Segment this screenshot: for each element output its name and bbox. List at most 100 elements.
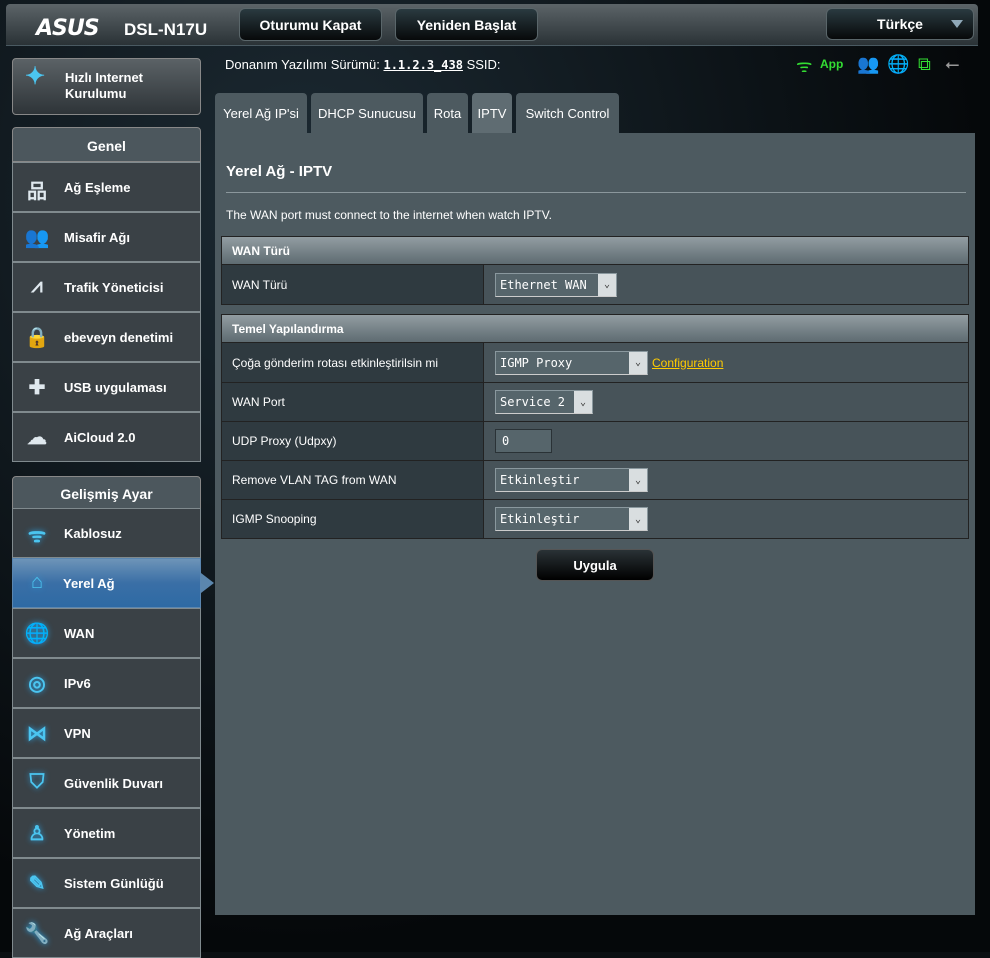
sidebar-item-lan[interactable]: ⌂ Yerel Ağ [12,558,214,608]
sidebar-item-label: USB uygulaması [64,379,167,395]
reboot-button[interactable]: Yeniden Başlat [395,8,538,41]
language-value: Türkçe [877,16,923,32]
sidebar-item-guest-network[interactable]: 👥 Misafir Ağı [12,212,201,262]
usb-icon[interactable]: ⭠ [945,54,959,75]
sidebar-item-administration[interactable]: ♙ Yönetim [12,808,201,858]
apply-button[interactable]: Uygula [536,549,654,581]
traffic-manager-icon: ⩘ [31,275,43,297]
field-label: WAN Port [222,383,484,421]
field-label: WAN Türü [222,265,484,304]
magic-wand-icon: ✦ [25,63,46,90]
sidebar-item-network-tools[interactable]: 🔧 Ağ Araçları [12,908,201,958]
home-icon: ⌂ [30,571,44,593]
sidebar-advanced-header: Gelişmiş Ayar [12,476,201,509]
language-select[interactable]: Türkçe [826,8,974,40]
puzzle-icon: ✚ [28,377,46,399]
tab-iptv[interactable]: IPTV [472,93,512,133]
sidebar-item-label: Yerel Ağ [63,575,115,591]
cloud-icon: ☁ [27,427,47,449]
igmp-snooping-select[interactable]: Etkinleştir ⌄ [495,507,648,531]
sidebar-item-label: Sistem Günlüğü [64,875,164,891]
sidebar-item-firewall[interactable]: ⛉ Güvenlik Duvarı [12,758,201,808]
asus-logo: ASUS [36,16,100,41]
sidebar-item-usb-application[interactable]: ✚ USB uygulaması [12,362,201,412]
wifi-icon: ᯤ [27,525,47,547]
select-value: Etkinleştir [500,473,580,487]
field-label: UDP Proxy (Udpxy) [222,422,484,460]
app-link[interactable]: App [820,57,843,71]
logout-button[interactable]: Oturumu Kapat [239,8,382,41]
lock-icon: 🔒 [24,327,50,349]
ipv6-icon: ◎ [28,673,46,695]
table-row: UDP Proxy (Udpxy) 0 [222,421,968,460]
sidebar-item-network-map[interactable]: 品 Ağ Eşleme [12,162,201,212]
sidebar-item-wan[interactable]: 🌐 WAN [12,608,201,658]
tab-route[interactable]: Rota [427,93,468,133]
table-row: WAN Port Service 2 ⌄ [222,382,968,421]
divider [226,192,966,193]
wifi-icon[interactable]: ᯤ [796,54,812,78]
udpxy-input[interactable]: 0 [495,429,552,453]
page-description: The WAN port must connect to the interne… [226,208,552,222]
sidebar-item-label: ebeveyn denetimi [64,329,174,345]
table-row: Çoğa gönderim rotası etkinleştirilsin mi… [222,343,968,382]
remove-vlan-tag-select[interactable]: Etkinleştir ⌄ [495,468,648,492]
configuration-link[interactable]: Configuration [652,356,723,370]
sidebar-item-parental-control[interactable]: 🔒 ebeveyn denetimi [12,312,201,362]
main-panel: Yerel Ağ - IPTV The WAN port must connec… [215,133,975,915]
tab-dhcp-server[interactable]: DHCP Sunucusu [311,93,423,133]
chevron-down-icon: ⌄ [629,351,647,374]
multicast-routing-select[interactable]: IGMP Proxy ⌄ [495,350,648,375]
sidebar-item-label: Güvenlik Duvarı [64,775,163,791]
sidebar-item-ipv6[interactable]: ◎ IPv6 [12,658,201,708]
select-value: Service 2 [500,395,566,409]
tab-switch-control[interactable]: Switch Control [516,93,619,133]
sidebar-item-label: Kablosuz [64,525,122,541]
sidebar-item-label: AiCloud 2.0 [64,429,136,445]
section-header: Temel Yapılandırma [222,315,968,343]
quick-setup-label: Hızlı Internet Kurulumu [65,70,144,101]
shield-icon: ⛉ [29,771,45,793]
select-value: Etkinleştir [500,512,580,526]
quick-internet-setup-button[interactable]: ✦ Hızlı Internet Kurulumu [12,58,201,115]
internet-globe-icon[interactable]: 🌐 [887,54,909,75]
wan-port-select[interactable]: Service 2 ⌄ [495,390,593,414]
clients-icon[interactable]: 👥 [857,54,879,75]
sidebar-general-header: Genel [12,127,201,162]
sidebar-item-system-log[interactable]: ✎ Sistem Günlüğü [12,858,201,908]
admin-icon: ♙ [28,823,46,845]
sidebar-item-traffic-manager[interactable]: ⩘ Trafik Yöneticisi [12,262,201,312]
firmware-info: Donanım Yazılımı Sürümü: 1.1.2.3_438 SSI… [225,57,501,72]
sidebar-item-label: Ağ Eşleme [64,179,131,195]
chevron-down-icon [951,20,963,28]
sidebar-item-label: IPv6 [64,675,91,691]
field-label: Çoğa gönderim rotası etkinleştirilsin mi [222,343,484,382]
sidebar-item-aicloud[interactable]: ☁ AiCloud 2.0 [12,412,201,462]
section-header: WAN Türü [222,237,968,265]
select-value: IGMP Proxy [500,355,573,370]
globe-icon: 🌐 [24,623,50,645]
network-status-icon[interactable]: ⧉ [918,54,931,75]
sidebar-item-label: Ağ Araçları [64,925,133,941]
basic-config-table: Temel Yapılandırma Çoğa gönderim rotası … [221,314,969,539]
model-name: DSL-N17U [124,20,208,39]
sidebar-item-label: Misafir Ağı [64,229,130,245]
sidebar-item-label: Trafik Yöneticisi [64,279,164,295]
sidebar-item-label: WAN [64,625,95,641]
chevron-down-icon: ⌄ [574,391,592,413]
table-row: IGMP Snooping Etkinleştir ⌄ [222,499,968,538]
network-map-icon: 品 [27,181,47,203]
sidebar-item-vpn[interactable]: ⋈ VPN [12,708,201,758]
sidebar-item-wireless[interactable]: ᯤ Kablosuz [12,508,201,558]
field-label: Remove VLAN TAG from WAN [222,461,484,499]
table-row: WAN Türü Ethernet WAN ⌄ [222,265,968,304]
vpn-icon: ⋈ [27,723,47,745]
wan-type-select[interactable]: Ethernet WAN ⌄ [495,272,617,297]
tab-lan-ip[interactable]: Yerel Ağ IP'si [215,93,307,133]
field-label: IGMP Snooping [222,500,484,538]
select-value: Ethernet WAN [500,277,587,292]
page-title: Yerel Ağ - IPTV [226,163,333,180]
sidebar-item-label: Yönetim [64,825,116,841]
log-icon: ✎ [28,873,46,895]
firmware-version-link[interactable]: 1.1.2.3_438 [383,58,462,72]
